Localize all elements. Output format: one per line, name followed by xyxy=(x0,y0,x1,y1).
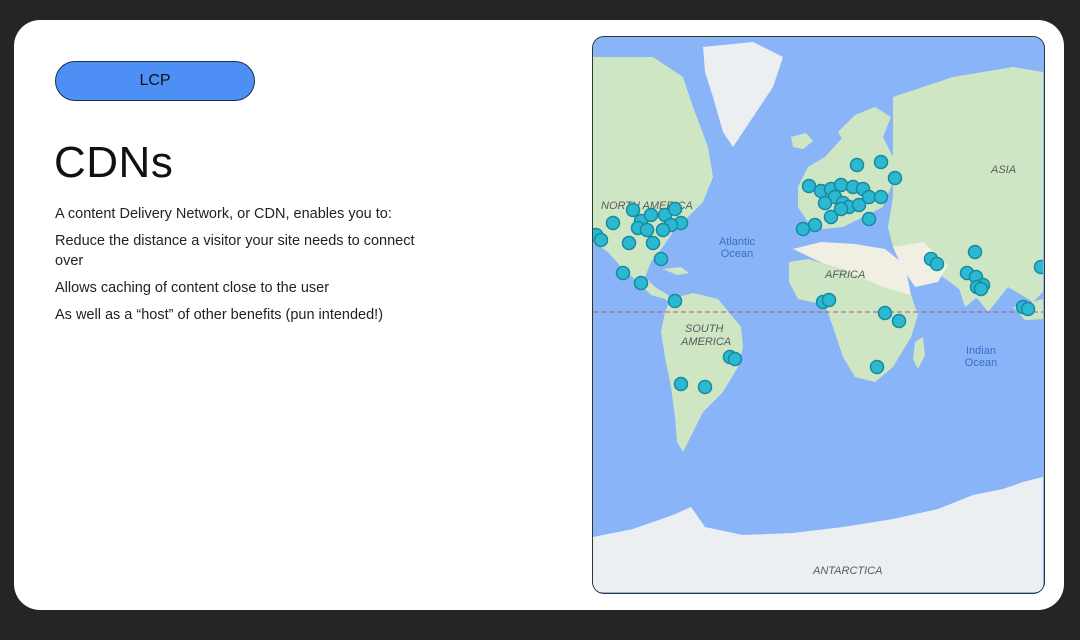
bullet-line: As well as a “host” of other benefits (p… xyxy=(55,307,384,323)
label-south-america: SOUTH xyxy=(685,323,724,335)
cdn-marker[interactable] xyxy=(823,209,839,225)
lcp-tag-pill[interactable]: LCP xyxy=(55,61,255,101)
cdn-marker[interactable] xyxy=(1033,259,1044,275)
cdn-marker[interactable] xyxy=(833,177,849,193)
cdn-marker[interactable] xyxy=(929,256,945,272)
label-indian-ocean: Ocean xyxy=(965,357,997,369)
cdn-marker[interactable] xyxy=(795,221,811,237)
cdn-marker[interactable] xyxy=(615,265,631,281)
cdn-marker[interactable] xyxy=(807,217,823,233)
watermark xyxy=(1021,592,1024,606)
cdn-marker[interactable] xyxy=(593,232,609,248)
cdn-marker[interactable] xyxy=(639,222,655,238)
cdn-marker[interactable] xyxy=(873,189,889,205)
cdn-marker[interactable] xyxy=(821,292,837,308)
slide-title: CDNs xyxy=(54,138,174,187)
cdn-marker[interactable] xyxy=(849,157,865,173)
cdn-marker[interactable] xyxy=(605,215,621,231)
cdn-marker[interactable] xyxy=(801,178,817,194)
cdn-marker[interactable] xyxy=(697,379,713,395)
label-africa: AFRICA xyxy=(824,269,865,281)
cdn-marker[interactable] xyxy=(727,351,743,367)
cdn-marker[interactable] xyxy=(967,244,983,260)
cdn-marker[interactable] xyxy=(633,275,649,291)
label-asia: ASIA xyxy=(990,164,1016,176)
bullet-list: A content Delivery Network, or CDN, enab… xyxy=(55,204,415,332)
bullet-line: Allows caching of content close to the u… xyxy=(55,280,330,296)
cdn-marker[interactable] xyxy=(643,207,659,223)
cdn-marker[interactable] xyxy=(625,202,641,218)
cdn-marker[interactable] xyxy=(655,222,671,238)
world-map-svg: NORTH AMERICA SOUTH AMERICA AFRICA ASIA … xyxy=(593,37,1043,592)
label-atlantic-ocean: Ocean xyxy=(721,248,753,260)
cdn-marker[interactable] xyxy=(1020,301,1036,317)
label-south-america: AMERICA xyxy=(680,336,731,348)
cdn-marker[interactable] xyxy=(621,235,637,251)
bullet-line: A content Delivery Network, or CDN, enab… xyxy=(55,206,392,222)
cdn-marker[interactable] xyxy=(653,251,669,267)
cdn-marker[interactable] xyxy=(861,189,877,205)
cdn-marker[interactable] xyxy=(869,359,885,375)
cdn-marker[interactable] xyxy=(673,376,689,392)
world-map[interactable]: NORTH AMERICA SOUTH AMERICA AFRICA ASIA … xyxy=(592,36,1045,594)
cdn-marker[interactable] xyxy=(973,281,989,297)
cdn-marker[interactable] xyxy=(887,170,903,186)
cdn-marker[interactable] xyxy=(667,201,683,217)
label-antarctica: ANTARCTICA xyxy=(812,565,882,577)
slide: LCP CDNs A content Delivery Network, or … xyxy=(14,20,1064,610)
cdn-marker[interactable] xyxy=(873,154,889,170)
cdn-marker[interactable] xyxy=(817,195,833,211)
cdn-marker[interactable] xyxy=(877,305,893,321)
label-indian-ocean: Indian xyxy=(966,345,996,357)
bullet-line: Reduce the distance a visitor your site … xyxy=(55,233,415,269)
cdn-marker[interactable] xyxy=(861,211,877,227)
cdn-marker[interactable] xyxy=(667,293,683,309)
label-atlantic-ocean: Atlantic xyxy=(719,236,756,248)
cdn-marker[interactable] xyxy=(891,313,907,329)
cdn-marker[interactable] xyxy=(645,235,661,251)
